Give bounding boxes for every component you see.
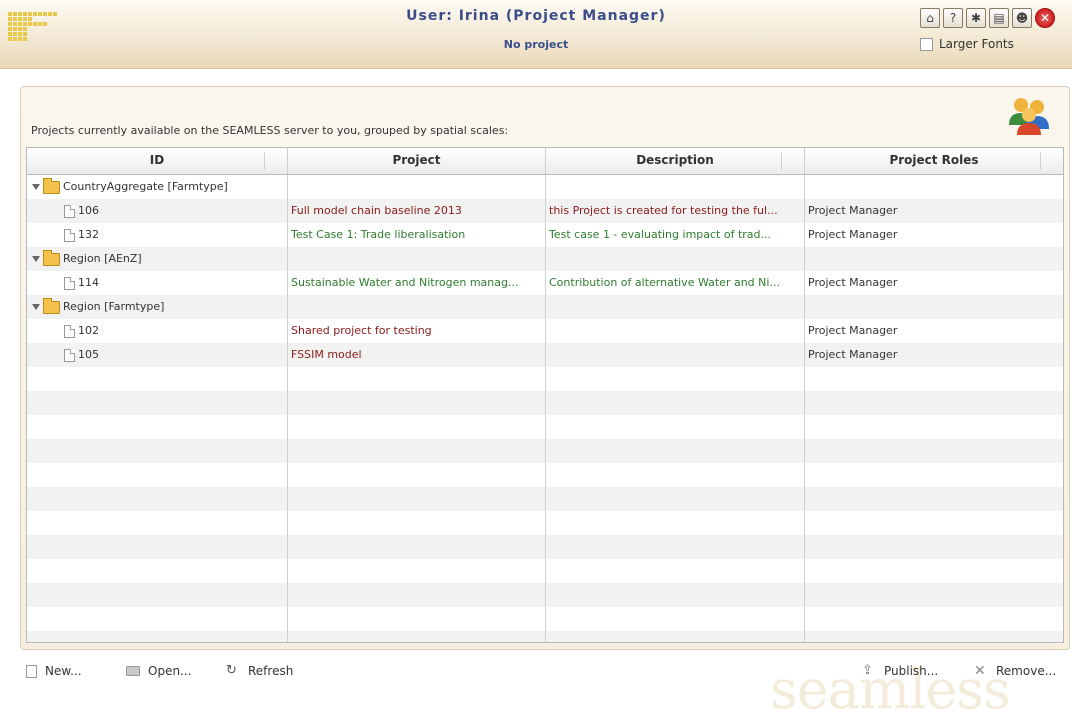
refresh-button[interactable]: ↻ Refresh xyxy=(226,663,293,679)
page-title: User: Irina (Project Manager) xyxy=(406,8,666,24)
column-header-roles[interactable]: Project Roles xyxy=(805,148,1063,174)
folder-icon xyxy=(43,177,60,194)
document-icon xyxy=(64,348,75,362)
current-project-label: No project xyxy=(503,38,569,51)
table-row[interactable]: 114 Sustainable Water and Nitrogen manag… xyxy=(27,271,1063,295)
open-folder-icon xyxy=(126,666,140,676)
larger-fonts-label: Larger Fonts xyxy=(939,37,1014,51)
empty-row xyxy=(27,415,1063,439)
table-row[interactable]: 105 FSSIM model Project Manager xyxy=(27,343,1063,367)
document-icon xyxy=(64,324,75,338)
book-icon[interactable]: ▤ xyxy=(989,8,1009,28)
close-icon[interactable]: ✕ xyxy=(1035,8,1055,28)
folder-icon xyxy=(43,249,60,266)
remove-button[interactable]: ✕ Remove... xyxy=(974,664,1056,678)
bottom-toolbar: seamless New... Open... ↻ Refresh ⇪ Publ… xyxy=(0,650,1072,721)
empty-row xyxy=(27,511,1063,535)
open-button[interactable]: Open... xyxy=(126,664,192,678)
home-icon[interactable]: ⌂ xyxy=(920,8,940,28)
empty-row xyxy=(27,559,1063,583)
help-icon[interactable]: ? xyxy=(943,8,963,28)
expand-triangle-icon[interactable] xyxy=(32,256,40,262)
larger-fonts-checkbox[interactable] xyxy=(920,37,933,51)
empty-row xyxy=(27,367,1063,391)
column-header-project[interactable]: Project xyxy=(288,148,546,174)
publish-button[interactable]: ⇪ Publish... xyxy=(862,663,938,679)
tree-node: CountryAggregate [Farmtype] xyxy=(30,175,228,199)
table-row[interactable]: 132 Test Case 1: Trade liberalisation Te… xyxy=(27,223,1063,247)
empty-row xyxy=(27,487,1063,511)
users-icon[interactable]: ☻ xyxy=(1012,8,1032,28)
table-row[interactable]: 106 Full model chain baseline 2013 this … xyxy=(27,199,1063,223)
column-header-description[interactable]: Description xyxy=(546,148,805,174)
new-document-icon xyxy=(26,664,37,678)
empty-row xyxy=(27,535,1063,559)
column-header-id[interactable]: ID xyxy=(27,148,288,174)
expand-triangle-icon[interactable] xyxy=(32,304,40,310)
toolbar-icons: ⌂ ? ✱ ▤ ☻ ✕ xyxy=(920,8,1055,30)
tree-node: Region [Farmtype] xyxy=(30,295,164,319)
table-body: CountryAggregate [Farmtype] 106 Full mod… xyxy=(27,175,1063,642)
table-row-group[interactable]: Region [Farmtype] xyxy=(27,295,1063,319)
publish-icon: ⇪ xyxy=(862,663,873,678)
remove-icon: ✕ xyxy=(974,663,986,679)
projects-panel: Projects currently available on the SEAM… xyxy=(20,86,1070,650)
empty-row xyxy=(27,607,1063,631)
empty-row xyxy=(27,463,1063,487)
users-group-icon xyxy=(1009,98,1049,135)
projects-table: ID Project Description Project Roles Cou… xyxy=(26,147,1064,643)
empty-row xyxy=(27,631,1063,642)
table-row-group[interactable]: CountryAggregate [Farmtype] xyxy=(27,175,1063,199)
empty-row xyxy=(27,439,1063,463)
empty-row xyxy=(27,391,1063,415)
table-row-group[interactable]: Region [AEnZ] xyxy=(27,247,1063,271)
document-icon xyxy=(64,204,75,218)
expand-triangle-icon[interactable] xyxy=(32,184,40,190)
bug-icon[interactable]: ✱ xyxy=(966,8,986,28)
tree-node: Region [AEnZ] xyxy=(30,247,142,271)
larger-fonts-toggle[interactable]: Larger Fonts xyxy=(920,37,1014,51)
document-icon xyxy=(64,276,75,290)
table-row[interactable]: 102 Shared project for testing Project M… xyxy=(27,319,1063,343)
refresh-icon: ↻ xyxy=(226,663,237,678)
empty-row xyxy=(27,583,1063,607)
app-header: User: Irina (Project Manager) No project… xyxy=(0,0,1072,69)
document-icon xyxy=(64,228,75,242)
projects-description: Projects currently available on the SEAM… xyxy=(31,124,509,137)
table-header: ID Project Description Project Roles xyxy=(27,148,1063,175)
folder-icon xyxy=(43,297,60,314)
new-button[interactable]: New... xyxy=(26,664,82,678)
